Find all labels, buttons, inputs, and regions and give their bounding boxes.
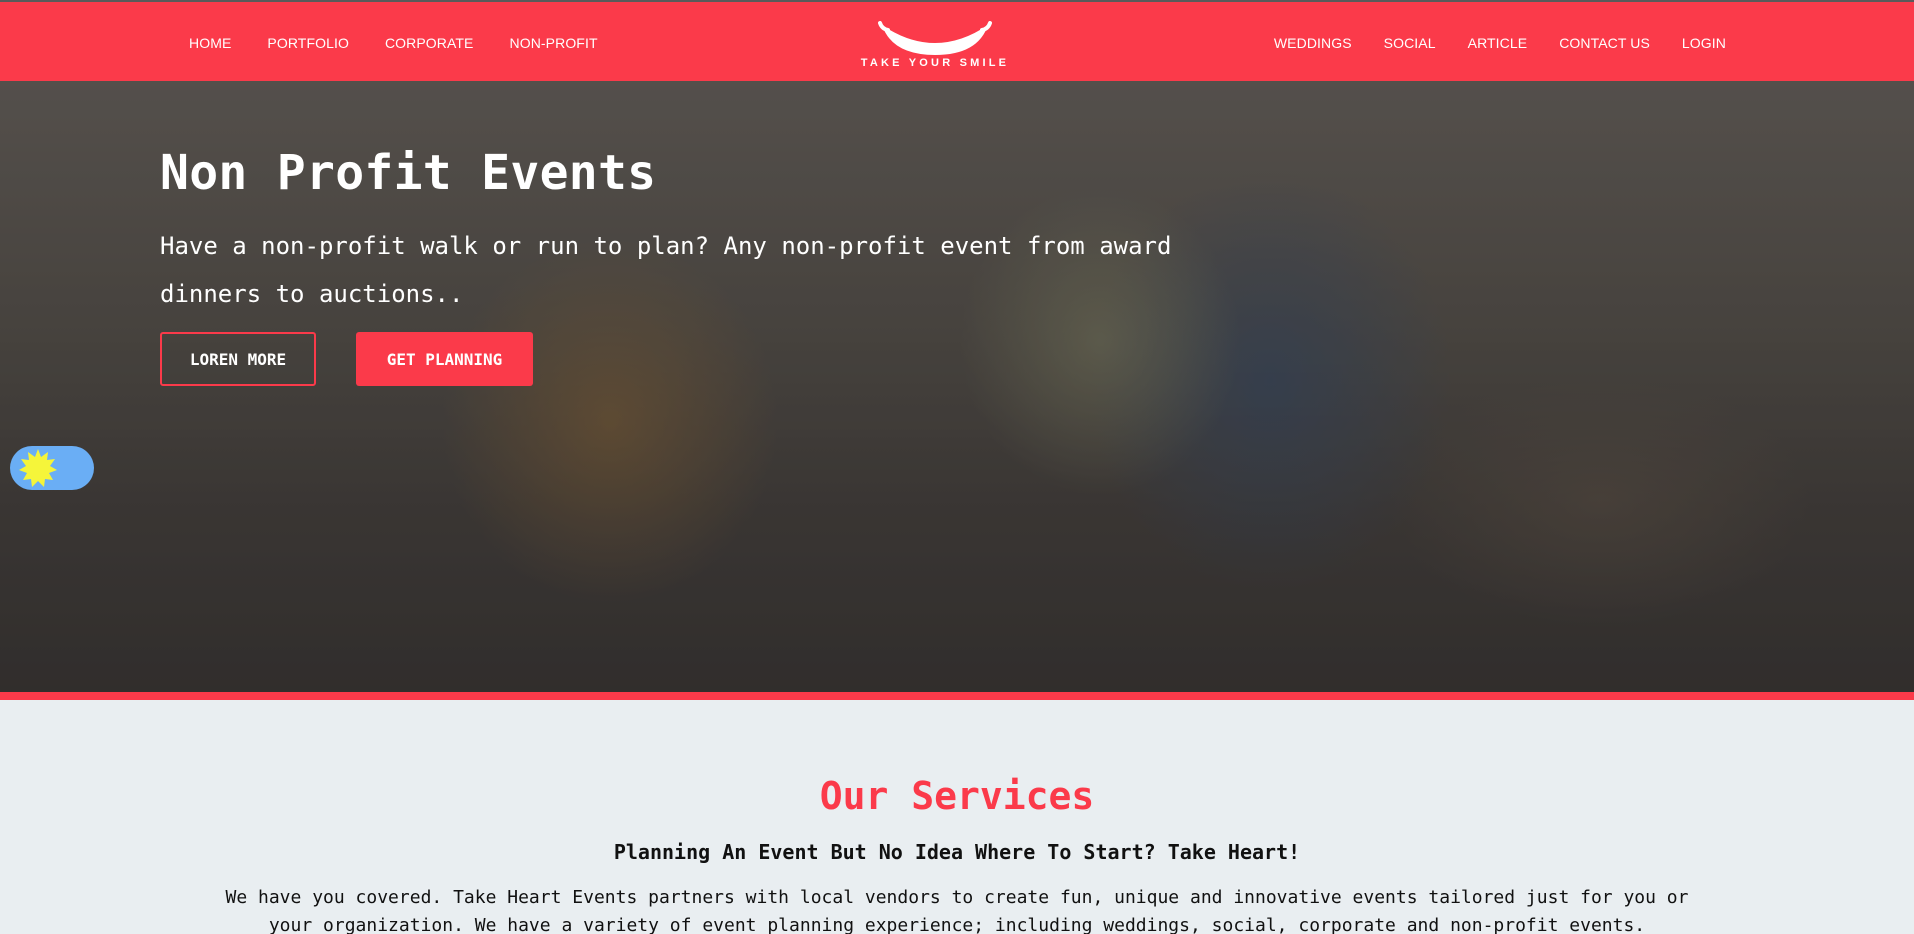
nav-link-social[interactable]: SOCIAL — [1384, 35, 1436, 51]
nav-link-non-profit[interactable]: NON-PROFIT — [510, 35, 598, 51]
learn-more-button[interactable]: LOREN MORE — [160, 332, 316, 386]
services-subtitle: Planning An Event But No Idea Where To S… — [613, 840, 1301, 864]
theme-toggle[interactable] — [10, 446, 94, 490]
hero-divider — [0, 692, 1914, 700]
services-description: We have you covered. Take Heart Events p… — [225, 887, 1689, 934]
nav-right: WEDDINGS SOCIAL ARTICLE CONTACT US LOGIN — [1274, 2, 1726, 83]
nav-link-corporate[interactable]: CORPORATE — [385, 35, 474, 51]
nav-link-portfolio[interactable]: PORTFOLIO — [267, 35, 349, 51]
nav-link-home[interactable]: HOME — [189, 35, 231, 51]
hero-title: Non Profit Events — [160, 145, 657, 201]
nav-link-article[interactable]: ARTICLE — [1468, 35, 1528, 51]
sun-icon — [19, 449, 57, 487]
logo-text: TAKE YOUR SMILE — [860, 57, 1010, 69]
get-planning-button[interactable]: GET PLANNING — [356, 332, 533, 386]
navbar: HOME PORTFOLIO CORPORATE NON-PROFIT TAKE… — [0, 0, 1914, 81]
nav-left: HOME PORTFOLIO CORPORATE NON-PROFIT — [189, 2, 598, 83]
nav-link-login[interactable]: LOGIN — [1682, 35, 1726, 51]
nav-link-weddings[interactable]: WEDDINGS — [1274, 35, 1352, 51]
services-title: Our Services — [819, 774, 1095, 818]
hero-description: Have a non-profit walk or run to plan? A… — [160, 232, 1172, 308]
smile-logo-icon — [878, 21, 992, 55]
site-logo[interactable]: TAKE YOUR SMILE — [845, 18, 1025, 76]
nav-link-contact-us[interactable]: CONTACT US — [1559, 35, 1650, 51]
